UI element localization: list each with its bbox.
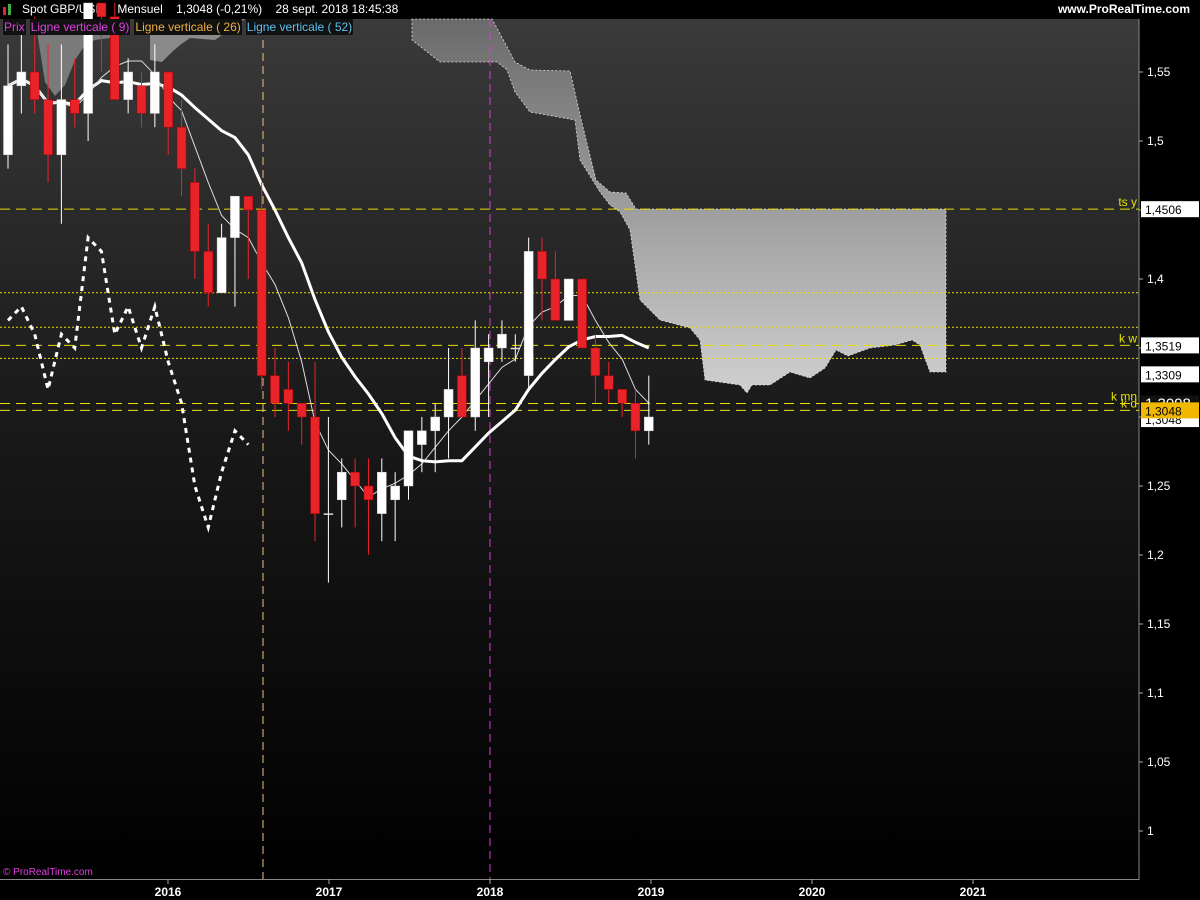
- y-tick-label: 1,1: [1147, 686, 1164, 700]
- candle-body: [163, 71, 173, 128]
- x-tick-label: 2020: [799, 885, 826, 899]
- candle-body: [29, 71, 40, 100]
- candle-body: [216, 237, 227, 294]
- candle-body: [630, 402, 641, 432]
- candle-body: [3, 85, 13, 156]
- price-label-k-w: 1,3519: [1145, 339, 1182, 353]
- candle-body: [136, 85, 147, 114]
- candle-body: [377, 471, 387, 514]
- candle-body: [123, 71, 133, 100]
- indicator-legend: Prix Ligne verticale ( 9) Ligne vertical…: [3, 19, 354, 35]
- candle-body: [283, 389, 294, 404]
- y-tick-label: 1,55: [1147, 65, 1171, 79]
- candle-body: [350, 471, 360, 487]
- candle-body: [96, 2, 107, 18]
- level-label: ts y: [1118, 195, 1137, 209]
- y-tick-label: 1,2: [1147, 548, 1164, 562]
- legend-vline-26[interactable]: Ligne verticale ( 26): [134, 19, 242, 35]
- candle-body: [256, 209, 267, 376]
- level-label: k d: [1121, 396, 1137, 410]
- legend-price[interactable]: Prix: [3, 19, 26, 35]
- price-label-ts-y: 1,4506: [1145, 203, 1182, 217]
- candle-body: [617, 389, 627, 404]
- candle-body: [537, 251, 547, 280]
- candle-body: [190, 182, 200, 252]
- candle-body: [150, 71, 160, 114]
- x-tick-label: 2017: [316, 885, 343, 899]
- y-tick-label: 1,25: [1147, 479, 1171, 493]
- candle-body: [403, 430, 414, 487]
- level-label: k w: [1119, 331, 1137, 345]
- x-tick-label: 2016: [155, 885, 182, 899]
- candle-body: [523, 251, 534, 376]
- candle-body: [310, 416, 320, 514]
- candle-body: [243, 195, 254, 211]
- candle-body: [483, 347, 494, 363]
- candle-body: [337, 471, 347, 501]
- y-tick-label: 1,05: [1147, 755, 1171, 769]
- plot-background: [0, 19, 1139, 879]
- y-tick-label: 1,4: [1147, 272, 1164, 286]
- price-label-last: 1,3048: [1145, 404, 1182, 418]
- candle-body: [56, 99, 67, 156]
- x-tick-label: 2018: [477, 885, 504, 899]
- candle-body: [604, 375, 614, 390]
- candle-body: [497, 333, 507, 349]
- candle-body: [390, 485, 400, 501]
- x-tick-label: 2021: [960, 885, 987, 899]
- candle-body: [644, 416, 654, 432]
- candle-body: [230, 195, 240, 238]
- candle-body: [16, 71, 27, 87]
- candle-body: [417, 430, 427, 445]
- candle-body: [296, 402, 307, 418]
- candle-body: [510, 347, 521, 350]
- candle-body: [430, 416, 440, 432]
- candle-body: [563, 278, 574, 321]
- price-chart[interactable]: ts yk wk mnk d 11,051,11,151,21,251,31,3…: [0, 0, 1200, 900]
- y-tick-label: 1,15: [1147, 617, 1171, 631]
- y-tick-label: 1: [1147, 824, 1154, 838]
- legend-vline-9[interactable]: Ligne verticale ( 9): [29, 19, 131, 35]
- y-tick-label: 1,5: [1147, 134, 1164, 148]
- candle-body: [590, 347, 601, 376]
- candle-body: [203, 251, 213, 294]
- x-tick-label: 2019: [638, 885, 665, 899]
- price-label-1-3309: 1,3309: [1145, 368, 1182, 382]
- candle-body: [323, 513, 334, 515]
- candle-body: [443, 389, 454, 418]
- candle-body: [70, 99, 80, 114]
- candle-body: [43, 99, 53, 156]
- candle-body: [363, 485, 374, 501]
- candle-body: [176, 126, 187, 169]
- watermark: © ProRealTime.com: [3, 867, 93, 878]
- candle-body: [550, 278, 561, 321]
- candle-body: [270, 375, 280, 404]
- candle-body: [577, 278, 587, 349]
- candle-body: [470, 347, 480, 418]
- candle-body: [457, 375, 467, 418]
- legend-vline-52[interactable]: Ligne verticale ( 52): [245, 19, 354, 35]
